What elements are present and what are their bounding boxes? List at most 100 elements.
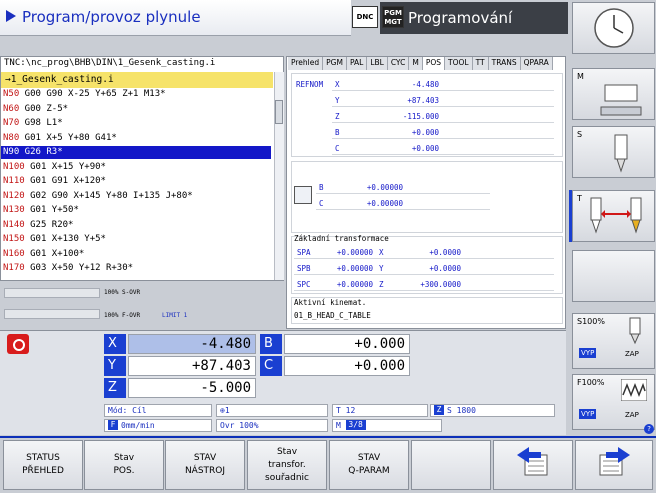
program-file-name: →1_Gesenk_casting.i bbox=[5, 74, 114, 85]
transform-axis: SPB bbox=[294, 262, 316, 275]
line-code: G02 G90 X+145 Y+80 I+135 J+80* bbox=[24, 190, 193, 201]
axis-value: -115.000 bbox=[348, 110, 442, 123]
tab-tool[interactable]: TOOL bbox=[445, 57, 473, 70]
softkey-4[interactable]: Stav transfor. souřadnic bbox=[247, 440, 327, 490]
program-line[interactable]: N170 G03 X+50 Y+12 R+30* bbox=[3, 262, 273, 275]
feed-override-key[interactable]: F100% VYP ZAP bbox=[572, 374, 655, 430]
refnom-row: C +0.000 bbox=[332, 141, 554, 155]
program-line[interactable]: N150 G01 X+130 Y+5* bbox=[3, 233, 273, 246]
page-forward-softkey[interactable] bbox=[575, 440, 653, 490]
program-line[interactable]: N100 G01 X+15 Y+90* bbox=[3, 161, 273, 174]
spindle-small-icon bbox=[629, 317, 641, 345]
help-icon[interactable]: ? bbox=[644, 424, 654, 434]
line-number: N110 bbox=[3, 176, 25, 186]
s-override-label: S100% bbox=[577, 317, 605, 326]
s-off-label: VYP bbox=[579, 348, 597, 358]
empty-cell bbox=[464, 246, 554, 259]
line-number: N50 bbox=[3, 89, 20, 99]
mode-field: Mód: Cíl bbox=[104, 404, 212, 417]
refnom-label: REFNOM bbox=[296, 80, 324, 89]
softkey-5[interactable]: STAV Q-PARAM bbox=[329, 440, 409, 490]
program-line[interactable]: N160 G01 X+100* bbox=[3, 248, 273, 261]
tab-pos[interactable]: POS bbox=[422, 57, 446, 70]
softkey-label: STAV NÁSTROJ bbox=[184, 453, 226, 476]
tab-tt[interactable]: TT bbox=[472, 57, 489, 70]
axis-value: +0.000 bbox=[348, 142, 442, 155]
line-code: G01 X+5 Y+80 G41* bbox=[19, 132, 117, 143]
empty-side-key[interactable] bbox=[572, 250, 655, 302]
program-line[interactable]: N80 G01 X+5 Y+80 G41* bbox=[3, 132, 273, 145]
line-code: G25 R20* bbox=[24, 219, 74, 230]
tab-pal[interactable]: PAL bbox=[346, 57, 368, 70]
program-scroll-thumb[interactable] bbox=[275, 100, 283, 124]
page-back-softkey[interactable] bbox=[493, 440, 573, 490]
axis-label: Y bbox=[332, 94, 348, 107]
line-number: N120 bbox=[3, 190, 25, 201]
tab-prehled[interactable]: Prehled bbox=[288, 57, 324, 70]
line-number: N160 bbox=[3, 248, 25, 259]
transform-value: +0.00000 bbox=[316, 278, 376, 291]
program-line[interactable]: N130 G01 Y+50* bbox=[3, 204, 273, 217]
dnc-icon[interactable]: DNC bbox=[352, 6, 378, 28]
spindle-field: ZS 1800 bbox=[430, 404, 555, 417]
softkey-3[interactable]: STAV NÁSTROJ bbox=[165, 440, 245, 490]
program-line[interactable]: N50 G00 G90 X-25 Y+65 Z+1 M13* bbox=[3, 88, 273, 101]
program-line[interactable]: N120 G02 G90 X+145 Y+80 I+135 J+80* bbox=[3, 190, 273, 203]
m-function-key[interactable]: M bbox=[572, 68, 655, 120]
m-key-label: M bbox=[577, 72, 584, 81]
program-line[interactable]: N60 G00 Z-5* bbox=[3, 103, 273, 116]
programming-mode-title[interactable]: Programování bbox=[380, 2, 568, 34]
tool-number-field: ⊕1 bbox=[216, 404, 328, 417]
t-tool-key[interactable]: T bbox=[572, 190, 655, 242]
feed-field: F 0mm/min bbox=[104, 419, 212, 432]
tab-qpara[interactable]: QPARA bbox=[520, 57, 553, 70]
s-spindle-key[interactable]: S bbox=[572, 126, 655, 178]
line-number: N150 bbox=[3, 234, 25, 244]
transform-row: SPC +0.00000 Z +300.0000 bbox=[294, 277, 554, 291]
tool-change-icon bbox=[590, 197, 642, 234]
softkey-2[interactable]: Stav POS. bbox=[84, 440, 164, 490]
axis-value: +0.00000 bbox=[332, 181, 406, 194]
empty-cell bbox=[406, 197, 490, 210]
transform-row: SPB +0.00000 Y +0.0000 bbox=[294, 261, 554, 275]
refnom-row: Y +87.403 bbox=[332, 93, 554, 107]
program-file-row[interactable]: →1_Gesenk_casting.i bbox=[1, 72, 273, 88]
softkey-1[interactable]: STATUS PŘEHLED bbox=[3, 440, 83, 490]
line-number: N70 bbox=[3, 118, 20, 128]
program-line[interactable]: N140 G25 R20* bbox=[3, 219, 273, 232]
line-code: G01 X+15 Y+90* bbox=[24, 161, 106, 172]
spindle-override-key[interactable]: S100% VYP ZAP bbox=[572, 313, 655, 369]
empty-cell bbox=[406, 181, 490, 194]
empty-cell bbox=[442, 142, 554, 155]
alarm-icon[interactable] bbox=[7, 334, 29, 354]
tab-cyc[interactable]: CYC bbox=[387, 57, 410, 70]
tab-lbl[interactable]: LBL bbox=[367, 57, 388, 70]
kinematics-title: Aktivní kinemat. bbox=[294, 298, 367, 307]
axis-z-label: Z bbox=[104, 378, 126, 398]
tab-trans[interactable]: TRANS bbox=[488, 57, 521, 70]
program-line[interactable]: N90 G26 R3* bbox=[1, 146, 271, 159]
tab-pgm[interactable]: PGM bbox=[323, 57, 347, 70]
line-code: G01 G91 X+120* bbox=[24, 176, 106, 186]
program-run-icon bbox=[6, 10, 16, 22]
offset-axis: Z bbox=[376, 278, 392, 291]
tab-m[interactable]: M bbox=[409, 57, 423, 70]
empty-cell bbox=[442, 110, 554, 123]
line-number: N140 bbox=[3, 219, 25, 230]
transform-axis: SPC bbox=[294, 278, 316, 291]
clock-icon bbox=[594, 8, 634, 48]
m-value: 3/8 bbox=[345, 420, 366, 430]
softkey-6[interactable] bbox=[411, 440, 491, 490]
program-line[interactable]: N70 G98 L1* bbox=[3, 117, 273, 130]
f-ovr-label: 100% F-OVR bbox=[104, 312, 141, 319]
offset-value: +300.0000 bbox=[392, 278, 464, 291]
softkey-label: Stav POS. bbox=[113, 453, 135, 476]
offset-value: +0.0000 bbox=[392, 262, 464, 275]
program-line[interactable]: N110 G01 G91 X+120* bbox=[3, 175, 273, 188]
f-override-label: F100% bbox=[577, 378, 605, 387]
softkey-label: STATUS PŘEHLED bbox=[22, 453, 64, 476]
pgm-mgt-icon[interactable]: PGM MGT bbox=[382, 6, 404, 28]
line-number: N90 bbox=[3, 147, 20, 157]
program-path: TNC:\nc_prog\BHB\DIN\1_Gesenk_casting.i bbox=[4, 58, 216, 68]
axis-y-value: +87.403 bbox=[128, 356, 256, 376]
